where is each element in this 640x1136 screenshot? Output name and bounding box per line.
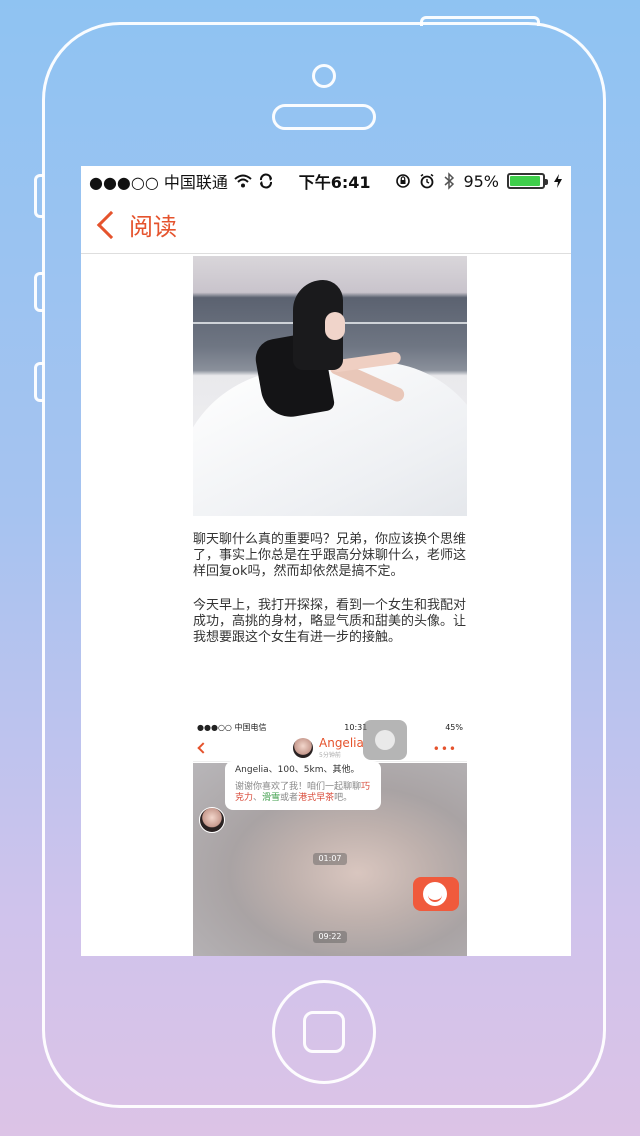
chat-status-bar: ●●●○○ 中国电信 10:31 45% [193,720,467,734]
status-time: 下午6:41 [298,173,371,192]
time-chip: 09:22 [313,931,347,943]
volume-down-outline [34,362,44,402]
silent-switch-outline [34,174,44,218]
chat-battery-percent: 45% [445,722,463,732]
volume-up-outline [34,272,44,312]
back-chevron-icon [96,210,126,239]
article-paragraph-2: 今天早上，我打开探探，看到一个女生和我配对成功，高挑的身材，略显气质和甜美的头像… [193,598,467,645]
bubble-thanks: 谢谢你喜欢了我！咱们一起聊聊巧克力、滑雪或者港式早茶吧。 [235,782,371,803]
chat-body: Angelia、100、5km、其他。 谢谢你喜欢了我！咱们一起聊聊巧克力、滑雪… [193,761,467,956]
bluetooth-icon [444,172,455,190]
chat-nav-bar: Angelia 5分钟前 ••• [193,734,467,762]
article-photo [193,256,467,516]
carrier-label: ●●●○○ 中国联通 [89,173,228,192]
back-label: 阅读 [129,213,177,241]
chat-back-icon [197,741,209,754]
time-chip: 01:07 [313,853,347,865]
wifi-icon [234,174,252,188]
rotation-lock-icon [396,174,411,188]
bubble-line-1: Angelia、100、5km、其他。 [235,765,360,775]
incoming-message-bubble: Angelia、100、5km、其他。 谢谢你喜欢了我！咱们一起聊聊巧克力、滑雪… [225,761,381,810]
speaker-grille [272,104,376,130]
charging-bolt-icon [554,174,562,188]
chat-contact-sub: 5分钟前 [319,752,341,759]
article-paragraph-1: 聊天聊什么真的重要吗？兄弟，你应该换个思维了，事实上你总是在乎跟高分妹聊什么，老… [193,532,467,579]
chat-status-time: 10:31 [344,722,368,732]
home-button[interactable] [272,980,376,1084]
more-dots-icon: ••• [432,742,457,756]
article-content: 聊天聊什么真的重要吗？兄弟，你应该换个思维了，事实上你总是在乎跟高分妹聊什么，老… [193,256,467,646]
front-camera-icon [312,64,336,88]
status-bar: ●●●○○ 中国联通 下午6:41 95% [81,166,571,196]
back-button[interactable]: 阅读 [93,207,177,242]
phone-screen: ●●●○○ 中国联通 下午6:41 95% 阅读 聊天聊什么真的重要吗？兄弟，你… [81,166,571,956]
chat-contact-avatar [293,737,313,758]
battery-icon [507,173,548,189]
assistive-touch-icon [363,720,407,760]
incoming-avatar [199,807,225,833]
chat-carrier: ●●●○○ 中国电信 [197,722,267,732]
nav-bar: 阅读 [81,196,571,254]
chat-contact-name: Angelia [319,736,364,750]
smiley-icon [423,882,447,906]
outgoing-emoji-bubble [413,877,459,911]
alarm-icon [420,173,434,189]
home-button-square-icon [303,1011,345,1053]
power-button-outline [420,16,540,26]
embedded-chat-screenshot: ●●●○○ 中国电信 10:31 45% Angelia 5分钟前 ••• An… [193,720,467,956]
battery-percent: 95% [463,171,499,191]
sync-icon [259,173,272,189]
battery-fill [510,176,541,186]
